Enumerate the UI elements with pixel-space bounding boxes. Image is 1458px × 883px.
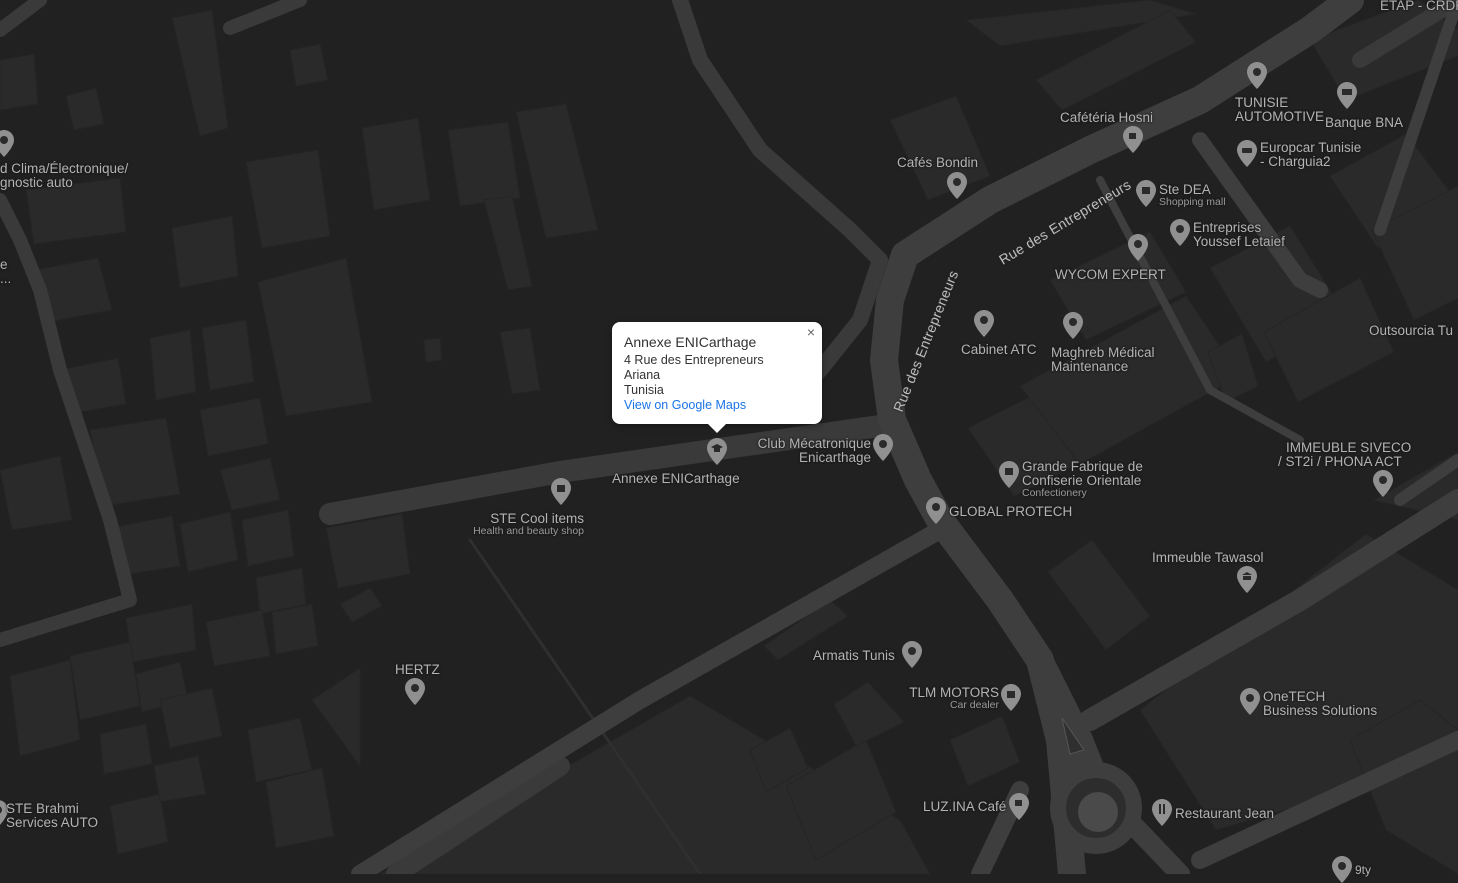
map-pin-luzina-cafe[interactable] — [1009, 793, 1029, 820]
place-label-outsourcia[interactable]: Outsourcia Tu — [1369, 324, 1453, 338]
map-pin-immeuble-siveco[interactable] — [1373, 470, 1393, 497]
map-pin-tunisie-automotive[interactable] — [1247, 62, 1267, 89]
place-label-wycom-expert[interactable]: WYCOM EXPERT — [1055, 268, 1166, 282]
place-label-line: Europcar Tunisie — [1260, 140, 1362, 155]
place-label-line: gnostic auto — [0, 175, 73, 190]
map-pin-restaurant-jean[interactable] — [1152, 799, 1172, 826]
place-label-hertz[interactable]: HERTZ — [395, 663, 440, 677]
place-label-grande-fabrique[interactable]: Grande Fabrique de Confiserie Orientale Co… — [1022, 460, 1143, 499]
map-pin-cafeteria-hosni[interactable] — [1123, 126, 1143, 153]
place-label-line: Youssef Letaief — [1193, 234, 1285, 249]
map-canvas[interactable]: Rue des Entrepreneurs Rue des Entreprene… — [0, 0, 1458, 883]
map-pin-ste-cool-items[interactable] — [551, 478, 571, 505]
map-pin-hertz[interactable] — [405, 678, 425, 705]
place-label-etap[interactable]: ETAP - CRDP — [1380, 0, 1458, 13]
map-pin-cafes-bondin[interactable] — [947, 172, 967, 199]
info-window: Annexe ENICarthage 4 Rue des Entrepreneu… — [612, 322, 822, 433]
place-label-ste-dea[interactable]: Ste DEA Shopping mall — [1159, 183, 1226, 208]
place-label-line: AUTOMOTIVE — [1235, 109, 1325, 124]
place-category: Car dealer — [949, 699, 999, 711]
place-label-europcar[interactable]: Europcar Tunisie - Charguia2 — [1260, 141, 1361, 169]
place-label-line: STE Brahmi — [6, 801, 79, 816]
place-label-club-mecatronique[interactable]: Club Mécatronique Enicarthage — [752, 437, 871, 465]
place-label-onetech[interactable]: OneTECH Business Solutions — [1263, 690, 1377, 718]
place-label-line: Services AUTO — [6, 815, 99, 830]
place-label-luzina-cafe[interactable]: LUZ.INA Café — [923, 800, 1006, 814]
place-label-clima-electronique[interactable]: d Clima/Électronique/gnostic auto — [0, 162, 128, 190]
map-pin-wycom-expert[interactable] — [1128, 234, 1148, 261]
info-window-title: Annexe ENICarthage — [624, 334, 757, 350]
place-label-global-protech[interactable]: GLOBAL PROTECH — [949, 505, 1072, 519]
place-label-line: / ST2i / PHONA ACT — [1278, 454, 1402, 469]
place-label-line: Grande Fabrique de — [1022, 459, 1143, 474]
place-label-ste-brahmi[interactable]: STE Brahmi Services AUTO — [6, 802, 98, 830]
place-label-ste-cool-items[interactable]: STE Cool items Health and beauty shop — [468, 512, 584, 537]
map-pin-global-protech[interactable] — [926, 497, 946, 524]
place-label-line: Confiserie Orientale — [1022, 473, 1142, 488]
view-on-google-maps-link[interactable]: View on Google Maps — [624, 398, 746, 412]
map-pin-tlm-motors[interactable] — [1001, 684, 1021, 711]
place-label-line: Maintenance — [1051, 359, 1129, 374]
place-label-9ty[interactable]: 9ty — [1355, 863, 1371, 877]
place-label-line: Entreprises — [1193, 220, 1262, 235]
place-label-line: - Charguia2 — [1260, 154, 1331, 169]
map-pin-cabinet-atc[interactable] — [974, 310, 994, 337]
place-label-restaurant-jean[interactable]: Restaurant Jean — [1175, 807, 1274, 821]
place-label-line: Business Solutions — [1263, 703, 1378, 718]
map-base-layer — [0, 0, 1458, 874]
map-pin-9ty[interactable] — [1332, 856, 1352, 883]
map-pin-europcar[interactable] — [1237, 140, 1257, 167]
place-label-line: ... — [0, 271, 12, 286]
info-window-address-line: Ariana — [624, 368, 661, 382]
map-pin-armatis-tunis[interactable] — [902, 641, 922, 668]
place-label-immeuble-tawasol[interactable]: Immeuble Tawasol — [1152, 551, 1264, 565]
place-label-left-cut[interactable]: e... — [0, 258, 11, 286]
map-pin-entreprises-youssef-letaief[interactable] — [1170, 219, 1190, 246]
place-label-line: TUNISIE — [1235, 95, 1289, 110]
place-label-line: Maghreb Médical — [1051, 345, 1155, 360]
place-label-banque-bna[interactable]: Banque BNA — [1325, 116, 1403, 130]
map-pin-maghreb-medical[interactable] — [1063, 312, 1083, 339]
close-icon[interactable]: × — [804, 325, 818, 339]
info-window-address-line: Tunisia — [624, 383, 664, 397]
place-label-cabinet-atc[interactable]: Cabinet ATC — [961, 343, 1037, 357]
place-label-tlm-motors[interactable]: TLM MOTORS Car dealer — [900, 686, 999, 711]
place-label-cafeteria-hosni[interactable]: Cafétéria Hosni — [1060, 111, 1153, 125]
place-label-line: STE Cool items — [490, 511, 584, 526]
place-label-cafes-bondin[interactable]: Cafés Bondin — [897, 156, 978, 170]
map-pin-immeuble-tawasol[interactable] — [1237, 566, 1257, 593]
place-label-maghreb-medical[interactable]: Maghreb Médical Maintenance — [1051, 346, 1155, 374]
place-label-armatis-tunis[interactable]: Armatis Tunis — [813, 649, 895, 663]
info-window-tail — [708, 424, 726, 433]
place-label-line: IMMEUBLE SIVECO — [1286, 440, 1412, 455]
info-window-address-line: 4 Rue des Entrepreneurs — [624, 353, 764, 367]
place-label-line: Ste DEA — [1159, 182, 1211, 197]
map-pin-club-mecatronique[interactable] — [873, 434, 893, 461]
place-label-line: d Clima/Électronique/ — [0, 161, 129, 176]
place-label-line: Club Mécatronique — [757, 436, 871, 451]
place-label-line: e — [0, 257, 8, 272]
place-category: Shopping mall — [1159, 196, 1226, 208]
map-pin-ste-dea[interactable] — [1136, 180, 1156, 207]
place-label-tunisie-automotive[interactable]: TUNISIE AUTOMOTIVE — [1235, 96, 1324, 124]
place-category: Confectionery — [1022, 487, 1087, 499]
place-label-entreprises-youssef-letaief[interactable]: Entreprises Youssef Letaief — [1193, 221, 1285, 249]
place-category: Health and beauty shop — [473, 525, 584, 537]
map-pin-annexe-enicarthage[interactable] — [707, 438, 727, 465]
map-pin-clima-electronique[interactable] — [0, 130, 14, 157]
place-label-immeuble-siveco[interactable]: IMMEUBLE SIVECO / ST2i / PHONA ACT — [1278, 441, 1411, 469]
place-label-annexe-enicarthage[interactable]: Annexe ENICarthage — [612, 472, 740, 486]
map-pin-onetech[interactable] — [1240, 688, 1260, 715]
place-label-line: OneTECH — [1263, 689, 1326, 704]
place-label-line: Enicarthage — [798, 450, 871, 465]
map-pin-grande-fabrique[interactable] — [999, 461, 1019, 488]
place-label-line: TLM MOTORS — [909, 685, 999, 700]
map-pin-banque-bna[interactable] — [1337, 82, 1357, 109]
